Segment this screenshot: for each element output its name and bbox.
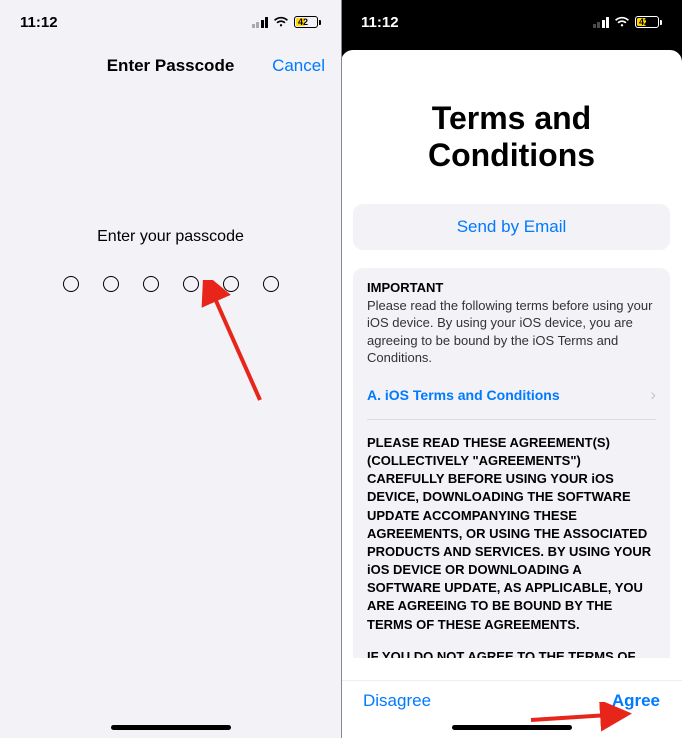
passcode-input[interactable] [0, 276, 341, 292]
passcode-dot [183, 276, 199, 292]
nav-title: Enter Passcode [107, 56, 235, 76]
nav-bar: Enter Passcode Cancel [0, 44, 341, 88]
wifi-icon [273, 16, 289, 28]
passcode-dot [63, 276, 79, 292]
sheet-title: Terms and Conditions [361, 100, 662, 174]
send-by-email-label: Send by Email [457, 217, 567, 237]
status-icons: 42 [252, 16, 322, 28]
status-bar: 11:12 42 [341, 0, 682, 44]
battery-icon: 42 [294, 16, 321, 28]
terms-sheet: Terms and Conditions Send by Email IMPOR… [341, 50, 682, 738]
wifi-icon [614, 16, 630, 28]
agree-button[interactable]: Agree [612, 691, 660, 711]
signal-icon [252, 17, 269, 28]
passcode-dot [263, 276, 279, 292]
disagree-button[interactable]: Disagree [363, 691, 431, 711]
status-time: 11:12 [361, 14, 399, 31]
important-text: Please read the following terms before u… [367, 297, 656, 367]
status-time: 11:12 [20, 14, 58, 31]
important-label: IMPORTANT [367, 280, 656, 295]
section-link-label: A. iOS Terms and Conditions [367, 387, 560, 403]
ios-terms-section-link[interactable]: A. iOS Terms and Conditions › [367, 385, 656, 420]
passcode-dot [103, 276, 119, 292]
status-icons: 42 [593, 16, 663, 28]
terms-paragraph: PLEASE READ THESE AGREEMENT(S) (COLLECTI… [367, 434, 656, 634]
terms-content[interactable]: IMPORTANT Please read the following term… [353, 268, 670, 658]
cancel-button[interactable]: Cancel [272, 56, 325, 76]
passcode-dot [223, 276, 239, 292]
phone-passcode-screen: 11:12 42 Enter Passcode Cancel Enter you… [0, 0, 341, 738]
send-by-email-button[interactable]: Send by Email [353, 204, 670, 250]
passcode-dot [143, 276, 159, 292]
home-indicator[interactable] [452, 725, 572, 730]
screen-divider [341, 0, 342, 738]
signal-icon [593, 17, 610, 28]
battery-icon: 42 [635, 16, 662, 28]
terms-paragraph: IF YOU DO NOT AGREE TO THE TERMS OF THES… [367, 648, 656, 658]
annotation-arrow-icon [195, 280, 275, 410]
passcode-prompt: Enter your passcode [0, 228, 341, 246]
status-bar: 11:12 42 [0, 0, 341, 44]
home-indicator[interactable] [111, 725, 231, 730]
passcode-area: Enter your passcode [0, 228, 341, 292]
chevron-right-icon: › [650, 385, 656, 405]
phone-terms-screen: 11:12 42 Terms and Conditions Send by Em… [341, 0, 682, 738]
